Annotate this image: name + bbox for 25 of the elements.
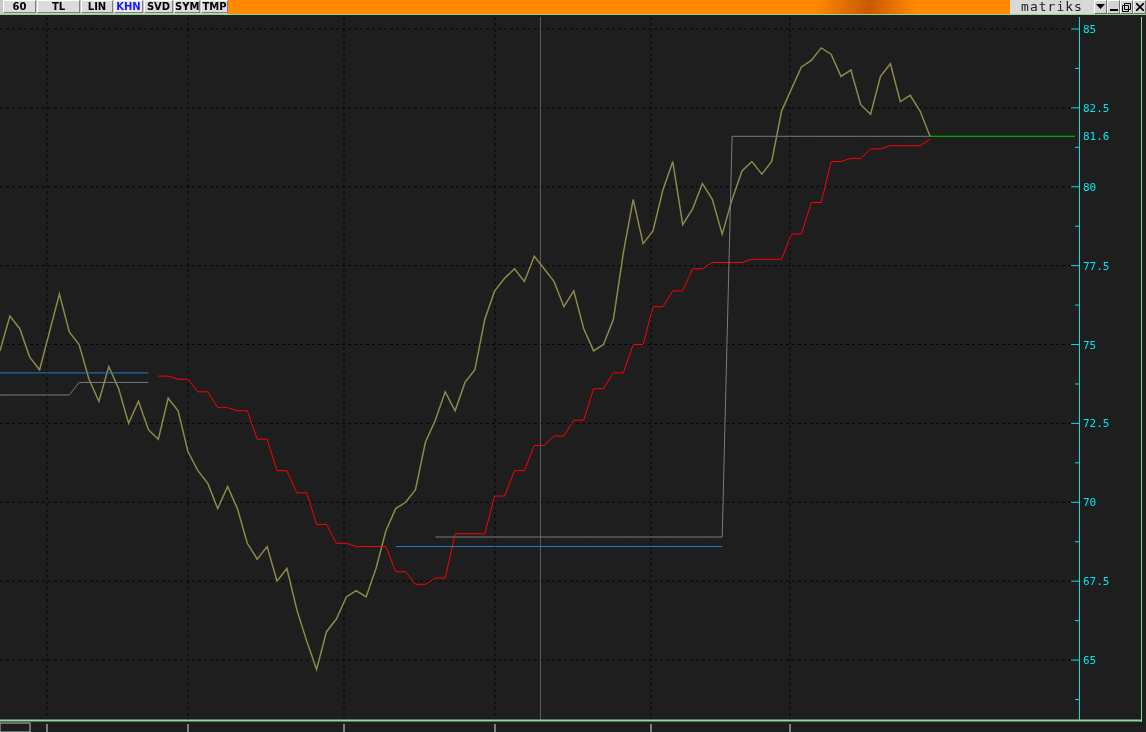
close-button[interactable] [1133, 0, 1146, 14]
toolbar-button[interactable]: 60 [3, 0, 36, 13]
toolbar-button[interactable]: LIN [81, 0, 113, 13]
caret-icon [1096, 4, 1105, 10]
restore-button[interactable] [1120, 0, 1133, 14]
last-value-label: 81.6 [1083, 130, 1110, 144]
axis-label: 67.5 [1083, 575, 1110, 589]
axis-label: 75 [1083, 338, 1097, 352]
dropdown-button[interactable] [1094, 0, 1107, 14]
toolbar-button[interactable]: SYM [174, 0, 200, 13]
axis-label: 77.5 [1083, 259, 1110, 273]
axis-label: 72.5 [1083, 417, 1110, 431]
minimize-button[interactable] [1107, 0, 1120, 14]
close-icon [1135, 3, 1144, 11]
axis-label: 85 [1083, 23, 1097, 36]
toolbar-button[interactable]: KHN [114, 0, 143, 13]
toolbar-button[interactable]: TL [37, 0, 80, 13]
axis-label: 65 [1083, 654, 1097, 668]
axis-label: 70 [1083, 496, 1097, 510]
logo: matriks [1010, 0, 1094, 14]
toolbar-button[interactable]: SVD [144, 0, 173, 13]
axis-label: 80 [1083, 180, 1097, 194]
toolbar-button[interactable]: TMP [201, 0, 228, 13]
restore-icon [1122, 2, 1131, 12]
axis-label: 82.5 [1083, 101, 1110, 115]
